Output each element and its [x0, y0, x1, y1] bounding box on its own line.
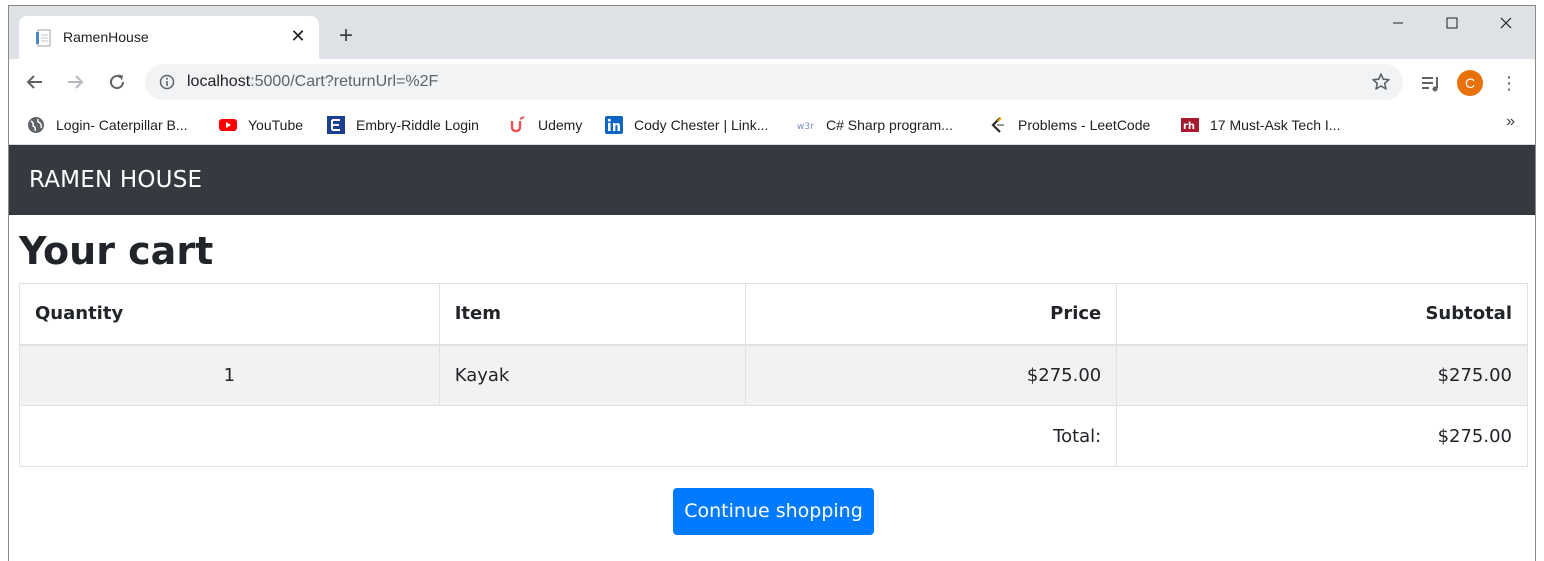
url-text[interactable]: localhost:5000/Cart?returnUrl=%2F [187, 73, 438, 91]
bookmark-label: C# Sharp program... [826, 117, 953, 133]
site-brand[interactable]: RAMEN HOUSE [29, 167, 202, 193]
page-title: Your cart [19, 229, 214, 273]
browser-window: RamenHouse ✕ + localhost:5000/Cart?retur… [8, 5, 1536, 561]
cell-subtotal: $275.00 [1116, 344, 1528, 406]
linkedin-icon [605, 116, 623, 134]
bookmark-label: Embry-Riddle Login [356, 117, 479, 133]
page-favicon-icon [36, 29, 51, 47]
svg-text:w3r: w3r [797, 122, 814, 132]
minimize-button[interactable] [1375, 12, 1421, 38]
reload-icon [110, 74, 125, 90]
bookmarks-overflow-icon[interactable]: » [1506, 113, 1515, 131]
reload-button[interactable] [103, 68, 131, 96]
bookmark-item[interactable]: Udemy [509, 113, 582, 137]
profile-avatar[interactable]: C [1457, 70, 1483, 96]
continue-shopping-button[interactable]: Continue shopping [673, 488, 874, 535]
url-host: localhost [187, 73, 251, 90]
bookmark-label: Problems - LeetCode [1018, 117, 1151, 133]
browser-tab[interactable]: RamenHouse ✕ [19, 16, 319, 59]
maximize-icon [1446, 17, 1458, 29]
bookmark-label: 17 Must-Ask Tech I... [1210, 117, 1341, 133]
close-window-button[interactable] [1483, 12, 1529, 38]
w3r-icon: w3r [797, 122, 814, 132]
total-label: Total: [18, 405, 1118, 467]
rh-icon: rh [1181, 118, 1199, 132]
cart-table: Quantity Item Price Subtotal 1 Kayak $27… [18, 283, 1528, 467]
bookmark-item[interactable]: Problems - LeetCode [989, 113, 1150, 137]
site-navbar: RAMEN HOUSE [9, 145, 1535, 215]
browser-toolbar: localhost:5000/Cart?returnUrl=%2F C ⋮ [9, 59, 1535, 105]
column-header-item: Item [438, 283, 746, 346]
bookmarks-bar: Login- Caterpillar B... YouTube Embry-Ri… [9, 105, 1535, 145]
tab-title: RamenHouse [63, 29, 149, 45]
bookmark-item[interactable]: YouTube [219, 113, 303, 137]
bookmark-item[interactable]: w3r C# Sharp program... [797, 113, 953, 137]
minimize-icon [1393, 22, 1403, 24]
column-header-quantity: Quantity [19, 283, 440, 346]
bookmark-label: YouTube [248, 117, 304, 133]
column-header-price: Price [744, 283, 1118, 346]
cell-quantity: 1 [19, 344, 440, 406]
total-value: $275.00 [1116, 405, 1528, 467]
svg-text:rh: rh [1183, 121, 1195, 132]
total-row: Total: $275.00 [18, 405, 1528, 467]
background-window-edge [0, 0, 8, 561]
column-header-subtotal: Subtotal [1116, 283, 1528, 346]
background-window-edge-right [1536, 0, 1544, 561]
bookmark-item[interactable]: rh 17 Must-Ask Tech I... [1181, 113, 1340, 137]
table-row: 1 Kayak $275.00 $275.00 [19, 344, 1528, 406]
media-control-icon[interactable] [1419, 72, 1443, 96]
web-page: RAMEN HOUSE Your cart Quantity Item Pric… [9, 145, 1535, 561]
youtube-icon [219, 119, 237, 131]
maximize-button[interactable] [1429, 12, 1475, 38]
address-bar[interactable]: localhost:5000/Cart?returnUrl=%2F [145, 64, 1403, 100]
table-header-row: Quantity Item Price Subtotal [19, 283, 1528, 346]
forward-arrow-icon [68, 75, 84, 89]
bookmark-star-icon[interactable] [1371, 72, 1391, 92]
back-button[interactable] [21, 68, 49, 96]
bookmark-item[interactable]: Login- Caterpillar B... [27, 113, 188, 137]
close-icon [1500, 17, 1512, 29]
cell-price: $275.00 [744, 344, 1118, 406]
forward-button[interactable] [61, 68, 89, 96]
leetcode-icon [991, 117, 1004, 133]
back-arrow-icon [26, 75, 42, 89]
embry-riddle-icon [327, 116, 345, 134]
info-icon[interactable] [159, 74, 175, 90]
bookmark-label: Udemy [538, 117, 583, 133]
udemy-icon [510, 116, 525, 133]
new-tab-button[interactable]: + [333, 24, 359, 50]
url-path: :5000/Cart?returnUrl=%2F [250, 73, 439, 90]
title-bar: RamenHouse ✕ + [9, 6, 1535, 59]
tab-close-icon[interactable]: ✕ [287, 25, 309, 47]
globe-icon [28, 117, 44, 133]
bookmark-item[interactable]: Embry-Riddle Login [327, 113, 479, 137]
bookmark-label: Login- Caterpillar B... [56, 117, 188, 133]
bookmark-item[interactable]: Cody Chester | Link... [605, 113, 768, 137]
browser-menu-icon[interactable]: ⋮ [1499, 70, 1519, 96]
bookmark-label: Cody Chester | Link... [634, 117, 769, 133]
cell-item: Kayak [438, 344, 746, 406]
